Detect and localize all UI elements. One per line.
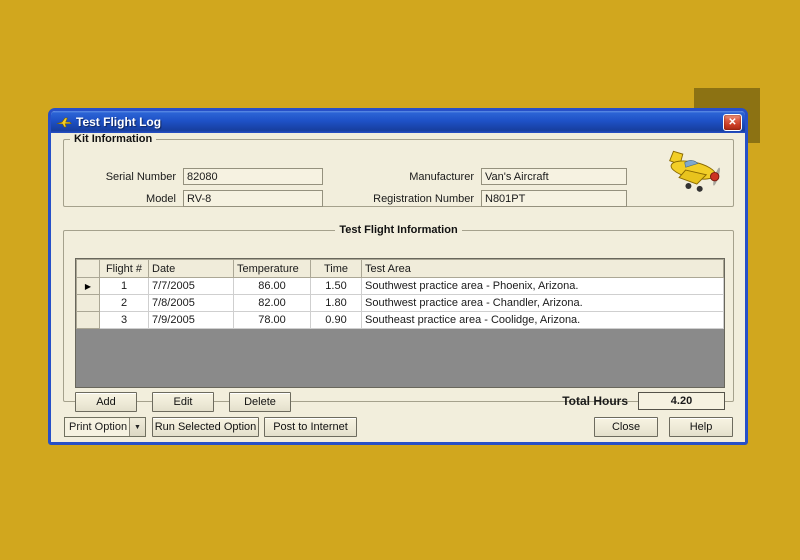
test-flight-log-window: Test Flight Log ✕ Kit Information Serial…	[48, 108, 748, 445]
grid-cell[interactable]: Southwest practice area - Phoenix, Arizo…	[362, 278, 724, 295]
manufacturer-field[interactable]	[481, 168, 627, 185]
test-flight-information-legend: Test Flight Information	[335, 224, 461, 236]
grid-cell[interactable]: 7/9/2005	[149, 312, 234, 329]
serial-number-label: Serial Number	[68, 171, 183, 183]
edit-button[interactable]: Edit	[152, 392, 214, 412]
table-row[interactable]: ▶17/7/200586.001.50Southwest practice ar…	[77, 278, 724, 295]
manufacturer-label: Manufacturer	[301, 171, 481, 183]
flight-grid[interactable]: Flight #DateTemperatureTimeTest Area▶17/…	[75, 258, 725, 388]
test-flight-information-group: Test Flight Information Flight #DateTemp…	[63, 224, 734, 402]
grid-cell[interactable]: 7/7/2005	[149, 278, 234, 295]
flight-grid-table: Flight #DateTemperatureTimeTest Area▶17/…	[76, 259, 724, 329]
grid-buttons: Add Edit Delete	[75, 392, 291, 412]
total-hours-label: Total Hours	[562, 394, 628, 408]
grid-cell[interactable]: 1.80	[311, 295, 362, 312]
grid-cell[interactable]: 1	[100, 278, 149, 295]
model-label: Model	[68, 193, 183, 205]
row-selector-cell[interactable]	[77, 312, 100, 329]
row-selector-cell[interactable]	[77, 295, 100, 312]
print-option-select[interactable]: Print Option ▼	[64, 417, 146, 437]
grid-cell[interactable]: 3	[100, 312, 149, 329]
window-body: Kit Information Serial Number Model Manu…	[51, 133, 745, 442]
grid-cell[interactable]: 1.50	[311, 278, 362, 295]
table-row[interactable]: 27/8/200582.001.80Southwest practice are…	[77, 295, 724, 312]
close-icon[interactable]: ✕	[723, 114, 742, 131]
kit-information-group: Kit Information Serial Number Model Manu…	[63, 133, 734, 207]
desktop: Test Flight Log ✕ Kit Information Serial…	[0, 0, 800, 560]
row-selector-cell[interactable]: ▶	[77, 278, 100, 295]
close-button[interactable]: Close	[594, 417, 658, 437]
total-hours: Total Hours 4.20	[562, 392, 725, 410]
grid-cell[interactable]: 7/8/2005	[149, 295, 234, 312]
grid-cell[interactable]: 78.00	[234, 312, 311, 329]
grid-column-header[interactable]: Temperature	[234, 260, 311, 278]
airplane-logo-icon	[665, 149, 725, 193]
serial-number-row: Serial Number	[68, 168, 323, 185]
total-hours-value: 4.20	[638, 392, 725, 410]
titlebar[interactable]: Test Flight Log ✕	[51, 111, 745, 133]
run-selected-option-button[interactable]: Run Selected Option	[152, 417, 259, 437]
registration-number-field[interactable]	[481, 190, 627, 207]
grid-cell[interactable]: Southwest practice area - Chandler, Ariz…	[362, 295, 724, 312]
post-to-internet-button[interactable]: Post to Internet	[264, 417, 357, 437]
chevron-down-icon[interactable]: ▼	[129, 418, 145, 436]
registration-number-row: Registration Number	[301, 190, 627, 207]
grid-corner-cell[interactable]	[77, 260, 100, 278]
grid-cell[interactable]: 2	[100, 295, 149, 312]
footer: Print Option ▼ Run Selected Option Post …	[51, 417, 745, 439]
model-row: Model	[68, 190, 323, 207]
print-option-value: Print Option	[65, 421, 129, 433]
grid-header-row: Flight #DateTemperatureTimeTest Area	[77, 260, 724, 278]
delete-button[interactable]: Delete	[229, 392, 291, 412]
table-row[interactable]: 37/9/200578.000.90Southeast practice are…	[77, 312, 724, 329]
registration-number-label: Registration Number	[301, 193, 481, 205]
grid-cell[interactable]: Southeast practice area - Coolidge, Ariz…	[362, 312, 724, 329]
kit-information-legend: Kit Information	[70, 133, 156, 145]
grid-column-header[interactable]: Test Area	[362, 260, 724, 278]
airplane-icon	[56, 114, 72, 130]
grid-cell[interactable]: 86.00	[234, 278, 311, 295]
grid-empty-area	[76, 329, 724, 387]
grid-column-header[interactable]: Date	[149, 260, 234, 278]
grid-cell[interactable]: 82.00	[234, 295, 311, 312]
manufacturer-row: Manufacturer	[301, 168, 627, 185]
grid-column-header[interactable]: Time	[311, 260, 362, 278]
help-button[interactable]: Help	[669, 417, 733, 437]
window-title: Test Flight Log	[76, 115, 161, 129]
add-button[interactable]: Add	[75, 392, 137, 412]
grid-cell[interactable]: 0.90	[311, 312, 362, 329]
grid-column-header[interactable]: Flight #	[100, 260, 149, 278]
